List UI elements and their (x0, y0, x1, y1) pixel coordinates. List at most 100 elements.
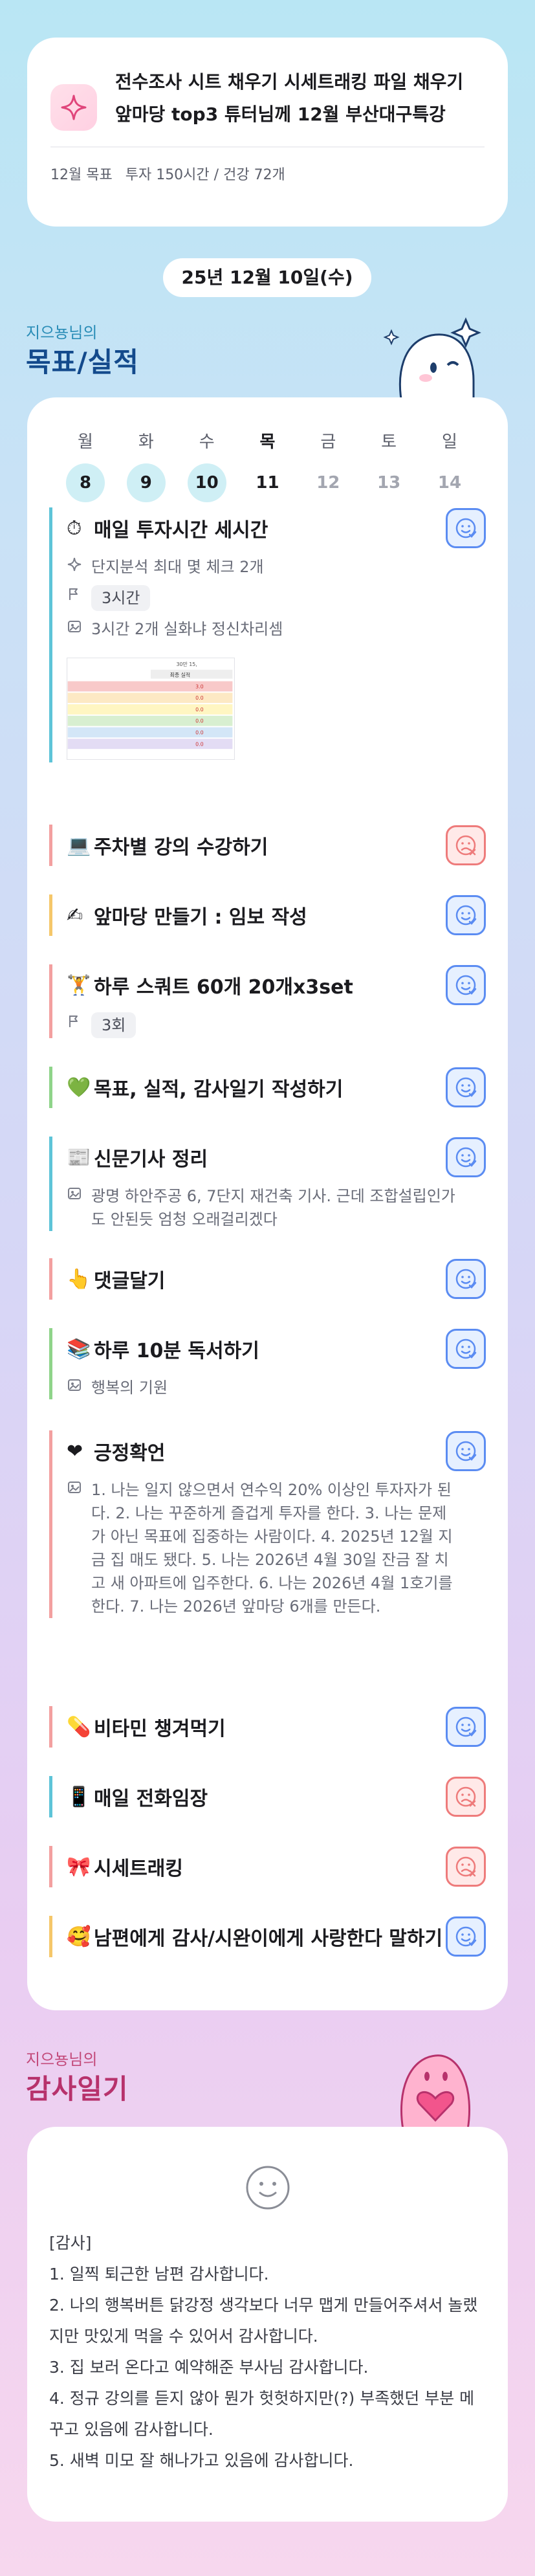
date-selector[interactable]: 25년 12월 10일(수) (163, 258, 371, 297)
goal-item[interactable]: ❤ 긍정확언 1. 나는 일지 않으면서 연수익 20% 이상인 투자자가 된다. … (49, 1430, 486, 1618)
week-day[interactable]: 일 14 (424, 428, 475, 502)
goal-item[interactable]: 📱 매일 전화임장 (49, 1776, 486, 1817)
week-day[interactable]: 목 11 (241, 428, 293, 502)
image-note-icon (67, 1478, 91, 1502)
status-done-icon[interactable] (446, 1259, 486, 1299)
thumbnail-cell: 0.0 (195, 695, 204, 701)
week-day-name: 일 (442, 432, 457, 452)
goal-emoji-icon: 🏋 (67, 973, 91, 997)
goal-item[interactable]: ✍ 앞마당 만들기 : 임보 작성 (49, 894, 486, 936)
diary-section-title: 감사일기 (26, 2073, 129, 2105)
goal-title: 앞마당 만들기 : 임보 작성 (94, 906, 307, 929)
goal-title: 하루 10분 독서하기 (94, 1340, 259, 1362)
goal-emoji-icon: 📰 (67, 1146, 91, 1169)
status-missed-icon[interactable] (446, 825, 486, 865)
goal-emoji-icon: 📱 (67, 1785, 91, 1808)
goal-title: 비타민 챙겨먹기 (94, 1718, 226, 1740)
week-day-number[interactable]: 10 (187, 463, 226, 502)
week-day-name: 수 (199, 432, 215, 452)
goal-note: 광명 하안주공 6, 7단지 재건축 기사. 근데 조합설립인가도 안된듯 엄청… (91, 1187, 455, 1228)
heart-mascot-icon (400, 2054, 471, 2129)
goal-title: 주차별 강의 수강하기 (94, 836, 268, 859)
goal-count-chip: 3회 (91, 1012, 136, 1038)
goal-note: 3시간 2개 실화냐 정신차리셈 (91, 620, 283, 638)
goal-item[interactable]: 💻 주차별 강의 수강하기 (49, 825, 486, 866)
status-done-icon[interactable] (446, 1916, 486, 1957)
status-done-icon[interactable] (446, 1707, 486, 1747)
goal-count-chip: 3시간 (91, 585, 151, 611)
status-done-icon[interactable] (446, 1431, 486, 1471)
week-day[interactable]: 토 13 (363, 428, 415, 502)
diary-owner-label: 지으뇽님의 (26, 2050, 98, 2069)
thumbnail-cell: 0.0 (195, 729, 204, 735)
invest-goal: 투자 150시간 (125, 167, 210, 183)
goal-emoji-icon: 📚 (67, 1337, 91, 1360)
week-day[interactable]: 수 10 (181, 428, 233, 502)
divider (50, 146, 485, 148)
week-day-name: 월 (78, 432, 93, 452)
goal-item[interactable]: 📚 하루 10분 독서하기 행복의 기원 (49, 1328, 486, 1399)
attached-image-thumbnail[interactable]: 30만 15, 최종 실적 3.0 0.0 0.0 0.0 0.0 0.0 (67, 658, 235, 760)
status-done-icon[interactable] (446, 1067, 486, 1107)
goal-item[interactable]: 🏋 하루 스쿼트 60개 20개x3set 3회 (49, 964, 486, 1038)
status-done-icon[interactable] (446, 965, 486, 1005)
goal-month-label: 12월 목표 (50, 167, 113, 183)
week-day-number[interactable]: 14 (430, 463, 469, 502)
goal-item[interactable]: ⏱ 매일 투자시간 세시간 단지분석 최대 몇 체크 2개 3시간 3시간 2개 실화냐… (49, 507, 486, 762)
mood-face-icon[interactable] (245, 2164, 291, 2211)
thumbnail-cell: 0.0 (195, 718, 204, 724)
status-done-icon[interactable] (446, 1329, 486, 1369)
goals-section-title: 목표/실적 (26, 346, 139, 378)
health-goal: 건강 72개 (223, 167, 285, 183)
goal-note: 1. 나는 일지 않으면서 연수익 20% 이상인 투자자가 된다. 2. 나는… (91, 1481, 453, 1616)
goal-subtask: 단지분석 최대 몇 체크 2개 (91, 558, 264, 576)
goal-emoji-icon: 💊 (67, 1715, 91, 1738)
goal-title: 긍정확언 (94, 1442, 166, 1465)
goal-emoji-icon: ❤ (67, 1439, 83, 1463)
goal-item[interactable]: 🎀 시세트래킹 (49, 1846, 486, 1887)
ghost-mascot-icon (383, 317, 481, 406)
thumbnail-cell: 3.0 (195, 683, 204, 689)
status-done-icon[interactable] (446, 1137, 486, 1177)
week-day-name: 금 (320, 432, 336, 452)
goal-title: 매일 전화임장 (94, 1788, 208, 1810)
week-day[interactable]: 월8 (60, 428, 111, 502)
status-missed-icon[interactable] (446, 1847, 486, 1887)
monthly-goal-summary: 12월 목표 투자 150시간 / 건강 72개 (50, 163, 485, 184)
goal-item[interactable]: 🥰 남편에게 감사/시완이에게 사랑한다 말하기 (49, 1916, 486, 1957)
week-day-number[interactable]: 11 (248, 463, 287, 502)
monthly-goal-card: 전수조사 시트 채우기 시세트래킹 파일 채우기 앞마당 top3 튜터님께 1… (27, 38, 508, 227)
status-missed-icon[interactable] (446, 1777, 486, 1817)
week-day-number[interactable]: 9 (126, 463, 166, 502)
goal-item[interactable]: 💊 비타민 챙겨먹기 (49, 1706, 486, 1748)
goal-emoji-icon: ⏱ (67, 516, 82, 540)
week-day-number[interactable]: 13 (369, 463, 408, 502)
week-day[interactable]: 금 12 (302, 428, 354, 502)
goal-item[interactable]: 👆 댓글달기 (49, 1258, 486, 1300)
thumbnail-header: 30만 15, (176, 661, 197, 667)
goal-emoji-icon: 🎀 (67, 1855, 91, 1878)
goal-emoji-icon: 🥰 (67, 1925, 91, 1948)
goal-emoji-icon: ✍ (67, 904, 83, 927)
image-note-icon (67, 1376, 91, 1399)
goal-title: 신문기사 정리 (94, 1148, 208, 1171)
goal-item[interactable]: 📰 신문기사 정리광명 하안주공 6, 7단지 재건축 기사. 근데 조합설립인가… (49, 1137, 486, 1231)
week-day[interactable]: 화9 (120, 428, 172, 502)
week-day-name: 화 (138, 432, 154, 452)
goal-title: 시세트래킹 (94, 1858, 183, 1880)
week-day-name: 토 (381, 432, 397, 452)
thumbnail-cell: 0.0 (195, 707, 204, 713)
status-done-icon[interactable] (446, 508, 486, 548)
goal-title: 댓글달기 (94, 1270, 166, 1293)
week-day-number[interactable]: 12 (309, 463, 347, 502)
week-strip: 월 8 화 9 수 10 목 11 금 12 토 13 일 14 (49, 428, 486, 502)
goal-emoji-icon: 💚 (67, 1076, 91, 1099)
status-done-icon[interactable] (446, 895, 486, 935)
goal-emoji-icon: 💻 (67, 834, 91, 857)
week-day-number[interactable]: 8 (66, 463, 105, 502)
separator: / (213, 167, 219, 183)
goal-title: 하루 스쿼트 60개 20개x3set (94, 976, 353, 999)
goals-owner-label: 지으뇽님의 (26, 324, 98, 342)
image-note-icon (67, 1184, 91, 1208)
goal-item[interactable]: 💚 목표, 실적, 감사일기 작성하기 (49, 1067, 486, 1108)
